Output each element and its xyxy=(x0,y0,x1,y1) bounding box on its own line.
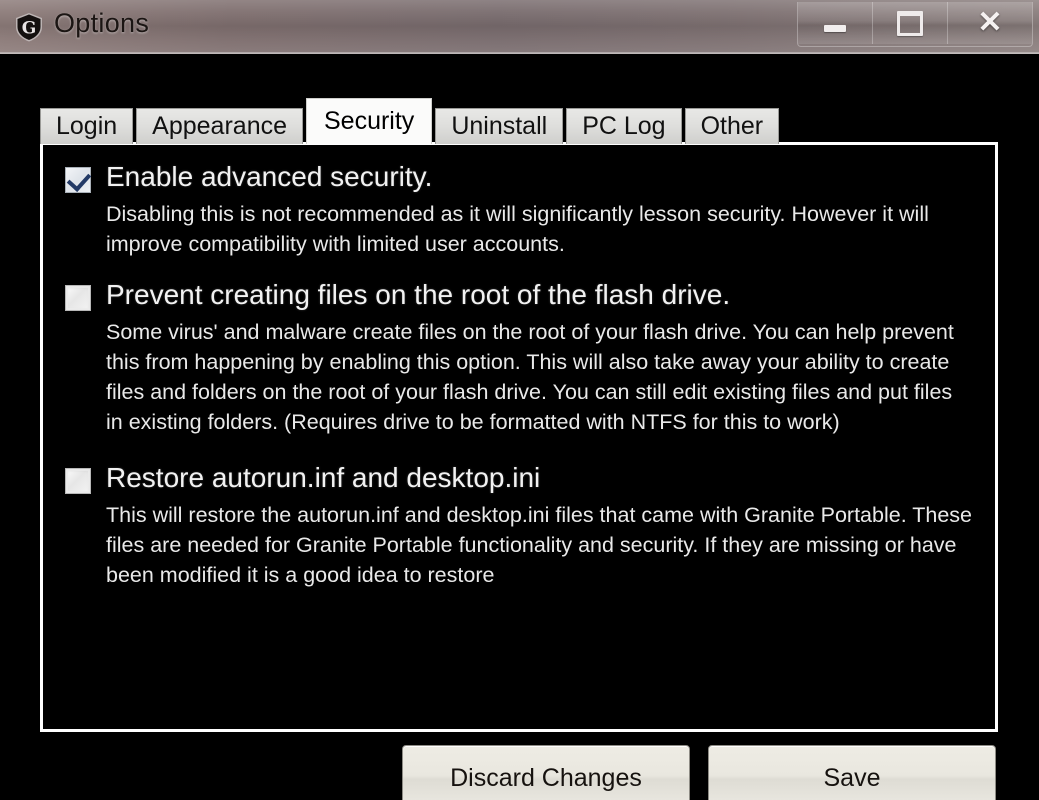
shield-g-icon: G xyxy=(12,10,46,44)
discard-changes-label: Discard Changes xyxy=(450,763,642,792)
save-label: Save xyxy=(823,763,881,792)
tab-security[interactable]: Security xyxy=(306,98,433,144)
maximize-button[interactable] xyxy=(873,2,948,44)
checkbox-enable-advanced-security[interactable] xyxy=(65,167,92,193)
tab-label: Other xyxy=(700,112,764,140)
option-label: Enable advanced security. xyxy=(106,161,433,192)
footer-button-bar: Discard Changes Save xyxy=(0,745,1039,800)
tab-pc-log[interactable]: PC Log xyxy=(566,108,682,144)
security-settings-panel: Enable advanced security. Disabling this… xyxy=(40,142,998,732)
discard-changes-button[interactable]: Discard Changes xyxy=(402,745,690,800)
tab-label: Login xyxy=(56,112,118,140)
close-button[interactable]: ✕ xyxy=(948,2,1032,44)
option-prevent-root-files[interactable]: Prevent creating files on the root of th… xyxy=(65,277,973,312)
options-window: G Options ✕ Login Appearance Security Un… xyxy=(0,0,1039,800)
tab-strip: Login Appearance Security Uninstall PC L… xyxy=(40,98,782,144)
title-bar: G Options ✕ xyxy=(0,0,1039,54)
svg-text:G: G xyxy=(22,19,37,39)
option-label: Prevent creating files on the root of th… xyxy=(106,279,731,311)
window-body: Login Appearance Security Uninstall PC L… xyxy=(0,54,1039,800)
minimize-icon xyxy=(824,24,846,32)
tab-login[interactable]: Login xyxy=(40,108,134,144)
tab-other[interactable]: Other xyxy=(684,108,780,144)
save-button[interactable]: Save xyxy=(708,745,996,800)
option-description: This will restore the autorun.inf and de… xyxy=(106,502,973,587)
tab-label: Uninstall xyxy=(451,112,548,140)
tab-label: Appearance xyxy=(152,112,287,140)
window-title: Options xyxy=(54,8,150,38)
tab-appearance[interactable]: Appearance xyxy=(136,108,303,144)
maximize-icon xyxy=(897,10,923,36)
checkmark-icon xyxy=(66,167,92,192)
minimize-button[interactable] xyxy=(798,2,873,44)
tab-label: PC Log xyxy=(582,112,666,140)
checkbox-restore-autorun[interactable] xyxy=(65,467,91,494)
tab-uninstall[interactable]: Uninstall xyxy=(435,108,564,144)
option-enable-advanced-security[interactable]: Enable advanced security. xyxy=(65,159,973,193)
window-controls: ✕ xyxy=(797,2,1033,47)
option-description: Disabling this is not recommended as it … xyxy=(106,202,929,257)
checkbox-prevent-root-files[interactable] xyxy=(65,285,91,312)
option-description: Some virus' and malware create files on … xyxy=(106,320,954,435)
close-icon: ✕ xyxy=(977,6,1003,39)
option-label: Restore autorun.inf and desktop.ini xyxy=(106,461,541,493)
tab-label: Security xyxy=(324,107,415,135)
option-restore-autorun[interactable]: Restore autorun.inf and desktop.ini xyxy=(65,460,973,494)
